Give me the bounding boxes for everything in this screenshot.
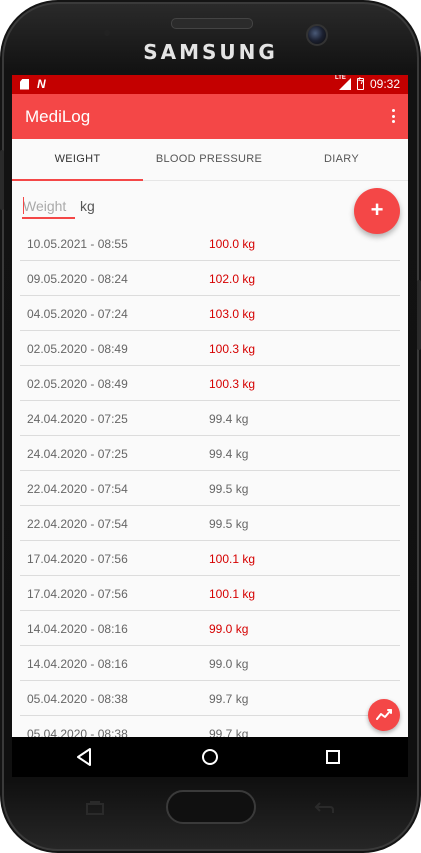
tab-blood-pressure[interactable]: BLOOD PRESSURE <box>143 139 275 180</box>
show-chart-button[interactable] <box>368 699 400 731</box>
battery-charging-icon <box>356 76 364 90</box>
network-type: LTE <box>334 75 346 81</box>
entry-date: 24.04.2020 - 07:25 <box>27 412 128 426</box>
entry-weight-value: 100.0 kg <box>209 237 256 251</box>
list-item[interactable]: 14.04.2020 - 08:16 99.0 kg <box>20 646 400 681</box>
nfc-icon: N <box>37 77 46 91</box>
entry-date: 10.05.2021 - 08:55 <box>27 237 128 251</box>
home-circle-icon[interactable] <box>190 737 230 777</box>
app-screen: N LTE 09:32 MediLog WEIGHT BLOOD PRESSUR… <box>12 75 408 737</box>
entry-weight-value: 99.5 kg <box>209 482 249 496</box>
overflow-menu-icon[interactable] <box>388 106 398 126</box>
weight-entry-list: 10.05.2021 - 08:55 100.0 kg 09.05.2020 - 0… <box>20 226 400 737</box>
device-brand: SAMSUNG <box>143 40 278 64</box>
entry-weight-value: 99.7 kg <box>209 727 249 737</box>
entry-weight-value: 99.4 kg <box>209 412 249 426</box>
entry-date: 02.05.2020 - 08:49 <box>27 377 128 391</box>
recent-square-icon[interactable] <box>313 737 353 777</box>
trend-chart-icon <box>376 709 392 720</box>
text-cursor <box>23 197 24 214</box>
list-item[interactable]: 17.04.2020 - 07:56 100.1 kg <box>20 576 400 611</box>
list-item[interactable]: 02.05.2020 - 08:49 100.3 kg <box>20 331 400 366</box>
entry-weight-value: 100.3 kg <box>209 377 256 391</box>
list-item[interactable]: 22.04.2020 - 07:54 99.5 kg <box>20 506 400 541</box>
entry-weight-value: 100.1 kg <box>209 587 256 601</box>
tab-bar: WEIGHT BLOOD PRESSURE DIARY <box>12 139 408 181</box>
power-button <box>417 280 421 350</box>
weight-input[interactable] <box>22 195 75 219</box>
tab-weight[interactable]: WEIGHT <box>12 139 143 180</box>
entry-weight-value: 99.7 kg <box>209 692 249 706</box>
list-item[interactable]: 09.05.2020 - 08:24 102.0 kg <box>20 261 400 296</box>
list-item[interactable]: 02.05.2020 - 08:49 100.3 kg <box>20 366 400 401</box>
list-item[interactable]: 24.04.2020 - 07:25 99.4 kg <box>20 436 400 471</box>
list-item[interactable]: 17.04.2020 - 07:56 100.1 kg <box>20 541 400 576</box>
entry-weight-value: 103.0 kg <box>209 307 256 321</box>
entry-date: 05.04.2020 - 08:38 <box>27 727 128 737</box>
tab-diary[interactable]: DIARY <box>275 139 408 180</box>
hardware-back-icon <box>312 800 336 816</box>
entry-date: 02.05.2020 - 08:49 <box>27 342 128 356</box>
status-time: 09:32 <box>369 77 400 91</box>
list-item[interactable]: 05.04.2020 - 08:38 99.7 kg <box>20 681 400 716</box>
volume-button <box>0 150 4 210</box>
weight-unit-label: kg <box>80 198 95 214</box>
entry-date: 17.04.2020 - 07:56 <box>27 587 128 601</box>
back-triangle-icon[interactable] <box>65 737 105 777</box>
app-title: MediLog <box>25 107 91 126</box>
signal-icon: LTE <box>334 75 351 90</box>
hardware-home-button <box>166 790 256 824</box>
entry-date: 24.04.2020 - 07:25 <box>27 447 128 461</box>
entry-date: 17.04.2020 - 07:56 <box>27 552 128 566</box>
proximity-sensor <box>104 30 110 36</box>
list-item[interactable]: 04.05.2020 - 07:24 103.0 kg <box>20 296 400 331</box>
list-item[interactable]: 22.04.2020 - 07:54 99.5 kg <box>20 471 400 506</box>
entry-date: 14.04.2020 - 08:16 <box>27 657 128 671</box>
entry-weight-value: 102.0 kg <box>209 272 256 286</box>
entry-weight-value: 100.3 kg <box>209 342 256 356</box>
entry-weight-value: 100.1 kg <box>209 552 256 566</box>
entry-date: 14.04.2020 - 08:16 <box>27 622 128 636</box>
active-tab-indicator <box>12 179 143 181</box>
phone-frame: SAMSUNG N LTE 09:32 MediLog WEIGHT BLOOD… <box>0 0 421 853</box>
list-item[interactable]: 14.04.2020 - 08:16 99.0 kg <box>20 611 400 646</box>
list-item[interactable]: 24.04.2020 - 07:25 99.4 kg <box>20 401 400 436</box>
sd-card-icon <box>20 78 29 90</box>
entry-weight-value: 99.0 kg <box>209 657 249 671</box>
navigation-bar <box>12 737 408 777</box>
entry-date: 04.05.2020 - 07:24 <box>27 307 128 321</box>
entry-date: 22.04.2020 - 07:54 <box>27 482 128 496</box>
hardware-recent-icon <box>84 800 106 816</box>
status-bar: N LTE 09:32 <box>12 75 408 94</box>
list-item[interactable]: 05.04.2020 - 08:38 99.7 kg <box>20 716 400 737</box>
weight-entry-row: kg <box>22 195 322 221</box>
entry-weight-value: 99.4 kg <box>209 447 249 461</box>
list-item[interactable]: 10.05.2021 - 08:55 100.0 kg <box>20 226 400 261</box>
entry-date: 22.04.2020 - 07:54 <box>27 517 128 531</box>
earpiece-speaker <box>171 18 253 29</box>
app-bar: MediLog <box>12 94 408 139</box>
entry-date: 09.05.2020 - 08:24 <box>27 272 128 286</box>
entry-weight-value: 99.5 kg <box>209 517 249 531</box>
entry-weight-value: 99.0 kg <box>209 622 249 636</box>
entry-date: 05.04.2020 - 08:38 <box>27 692 128 706</box>
